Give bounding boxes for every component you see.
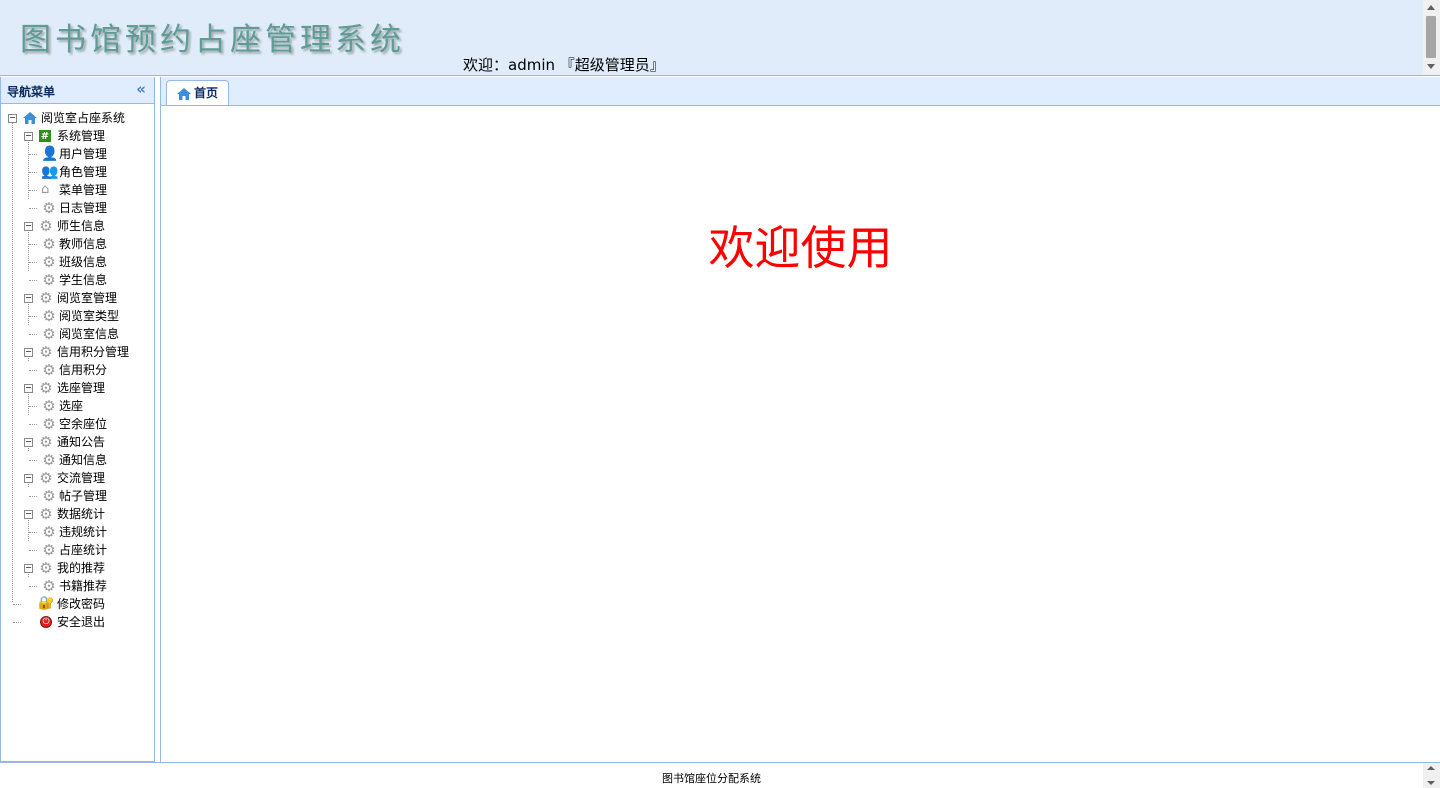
scroll-down-arrow-icon[interactable] (1427, 781, 1435, 785)
tree-label: 用户管理 (59, 147, 108, 161)
gear-icon: ⚙ (42, 271, 56, 289)
sidebar-title: 导航菜单 (7, 85, 56, 99)
tree-label: 阅览室信息 (59, 327, 120, 341)
tree-label: 师生信息 (57, 219, 106, 233)
tab-label: 首页 (194, 86, 219, 100)
scrollbar-thumb[interactable] (1426, 16, 1436, 58)
app-title: 图书馆预约占座管理系统 (20, 22, 405, 58)
sidebar-header: 导航菜单 « (1, 77, 154, 104)
role-group-icon: 👥 (41, 164, 59, 180)
home-icon (177, 87, 191, 100)
gear-icon: ⚙ (42, 307, 56, 325)
gear-icon: ⚙ (39, 343, 53, 361)
tree-label: 教师信息 (59, 237, 108, 251)
welcome-heading: 欢迎使用 (708, 221, 893, 275)
tree-label: 系统管理 (57, 129, 106, 143)
tree-label: 帖子管理 (59, 489, 108, 503)
scroll-down-arrow-icon[interactable] (1427, 64, 1435, 69)
tab-content: 欢迎使用 (161, 106, 1440, 762)
home-icon (23, 112, 37, 124)
tree-label: 信用积分 (59, 363, 108, 377)
hash-icon: # (39, 130, 51, 142)
tree-label: 我的推荐 (57, 561, 106, 575)
gear-icon: ⚙ (39, 505, 53, 523)
sidebar: 导航菜单 « − 阅览室占座系统 − # 系统管理 👤 用户管理 👥 角色管理 … (0, 77, 155, 762)
gear-icon: ⚙ (42, 397, 56, 415)
tree-label: 占座统计 (59, 543, 108, 557)
tabs-bar: 首页 (161, 77, 1440, 106)
header-scrollbar[interactable] (1423, 0, 1440, 74)
tab-home[interactable]: 首页 (166, 80, 230, 105)
tree-label: 学生信息 (59, 273, 108, 287)
gear-icon: ⚙ (42, 325, 56, 343)
gear-icon: ⚙ (39, 289, 53, 307)
footer-scrollbar[interactable] (1423, 763, 1440, 788)
gear-icon: ⚙ (39, 433, 53, 451)
scroll-up-arrow-icon[interactable] (1427, 766, 1435, 770)
gear-icon: ⚙ (42, 523, 56, 541)
main-panel: 首页 欢迎使用 (160, 77, 1440, 762)
gear-icon: ⚙ (42, 235, 56, 253)
gear-icon: ⚙ (42, 487, 56, 505)
tree-label: 阅览室管理 (57, 291, 118, 305)
tree-label: 修改密码 (57, 597, 106, 611)
gear-icon: ⚙ (39, 217, 53, 235)
footer: 图书馆座位分配系统 (0, 762, 1440, 788)
gear-icon: ⚙ (39, 559, 53, 577)
tree-label: 选座 (59, 399, 84, 413)
tree-label: 菜单管理 (59, 183, 108, 197)
scroll-up-arrow-icon[interactable] (1427, 5, 1435, 10)
tree-label: 阅览室类型 (59, 309, 120, 323)
gear-icon: ⚙ (42, 415, 56, 433)
gear-icon: ⚙ (42, 451, 56, 469)
tree-label: 空余座位 (59, 417, 108, 431)
tree-label: 交流管理 (57, 471, 106, 485)
header: 图书馆预约占座管理系统 欢迎：admin 『超级管理员』 (0, 0, 1440, 76)
gear-icon: ⚙ (42, 541, 56, 559)
gear-icon: ⚙ (42, 361, 56, 379)
gear-icon: ⚙ (42, 253, 56, 271)
tree-label: 信用积分管理 (57, 345, 130, 359)
welcome-user-text: 欢迎：admin 『超级管理员』 (463, 56, 665, 74)
tree-label: 阅览室占座系统 (41, 111, 126, 125)
tree-label: 数据统计 (57, 507, 106, 521)
power-icon: ⏻ (40, 616, 52, 628)
tree-label: 通知信息 (59, 453, 108, 467)
gear-icon: ⚙ (42, 577, 56, 595)
tree-label: 违规统计 (59, 525, 108, 539)
tree-label: 班级信息 (59, 255, 108, 269)
users-icon: 👤 (41, 146, 59, 162)
tree-label: 安全退出 (57, 615, 106, 629)
sitemap-icon: ⌂ (41, 182, 50, 197)
footer-text: 图书馆座位分配系统 (662, 772, 761, 785)
tree-label: 日志管理 (59, 201, 108, 215)
tree-label: 角色管理 (59, 165, 108, 179)
tree-label: 通知公告 (57, 435, 106, 449)
tree-label: 书籍推荐 (59, 579, 108, 593)
double-chevron-left-icon[interactable]: « (136, 80, 146, 98)
tree-label: 选座管理 (57, 381, 106, 395)
lock-edit-icon: 🔐 (38, 596, 55, 611)
gear-icon: ⚙ (39, 469, 53, 487)
gear-icon: ⚙ (42, 199, 56, 217)
gear-icon: ⚙ (39, 379, 53, 397)
